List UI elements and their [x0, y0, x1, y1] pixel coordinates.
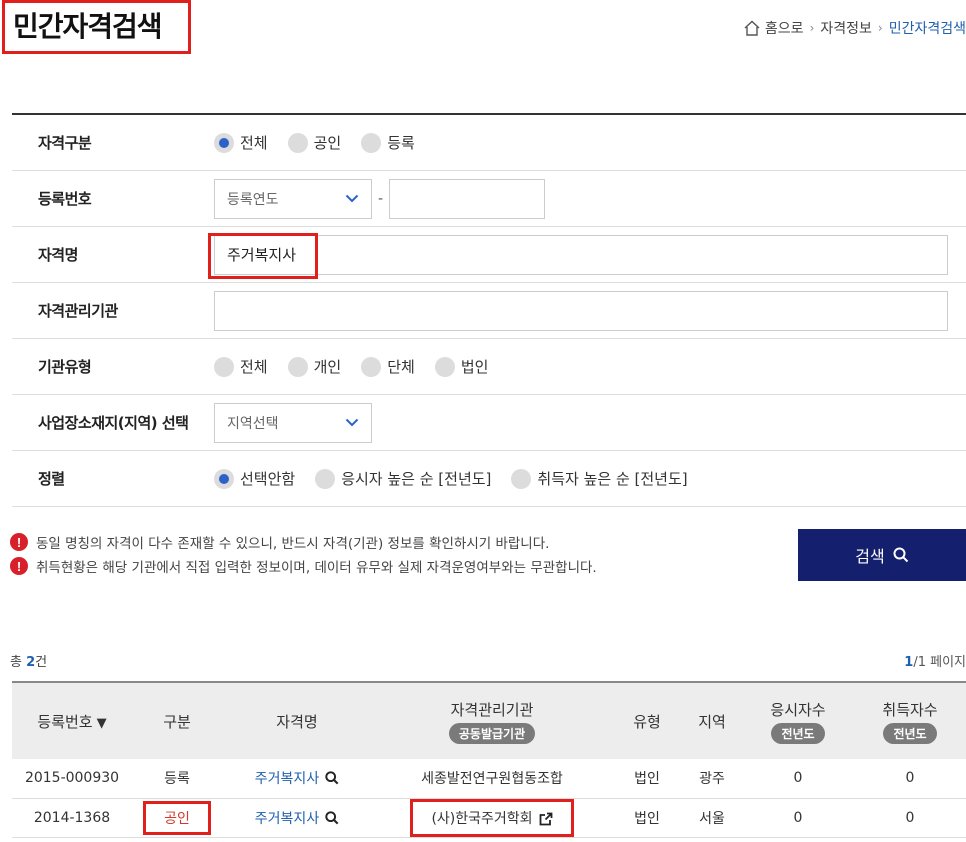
notices: ! 동일 명칭의 자격이 다수 존재할 수 있으니, 반드시 자격(기관) 정보를…: [10, 530, 597, 578]
region-select[interactable]: 지역선택: [214, 402, 372, 443]
org-link-highlight[interactable]: (사)한국주거학회: [410, 798, 574, 837]
column-acquirers: 취득자수 전년도: [854, 681, 966, 759]
reg-year-select[interactable]: 등록연도: [214, 178, 372, 219]
cell-org: (사)한국주거학회: [372, 798, 612, 838]
search-icon[interactable]: [325, 810, 339, 825]
table-header-row: 등록번호 ▼ 구분 자격명 자격관리기관 공동발급기관 유형 지역 응시자수 전년도 …: [12, 681, 966, 759]
qual-name-row: 자격명: [12, 227, 966, 283]
chevron-right-icon: ›: [877, 21, 883, 35]
search-icon: [893, 547, 908, 563]
notice-item: ! 취득현황은 해당 기관에서 직접 입력한 정보이며, 데이터 유무와 실제 자…: [10, 554, 597, 578]
category-public-highlight: 공인: [143, 800, 211, 835]
breadcrumb: 홈으로 › 자격정보 › 민간자격검색: [743, 18, 966, 38]
sort-radio-applicants[interactable]: 응시자 높은 순 [전년도]: [315, 468, 491, 489]
radio-unchecked-icon[interactable]: [434, 356, 455, 377]
table-row: 2015-000930 등록 주거복지사 세종발전연구원협동조합 법인 광주 0…: [12, 759, 966, 799]
exclamation-icon: !: [10, 557, 28, 575]
cell-qual-name: 주거복지사: [222, 798, 372, 838]
radio-unchecked-icon[interactable]: [511, 468, 532, 489]
reg-number-input[interactable]: [389, 178, 546, 219]
prev-year-badge: 전년도: [883, 722, 937, 744]
region-label: 사업장소재지(지역) 선택: [38, 414, 189, 432]
category-row: 자격구분 전체 공인 등록: [12, 115, 966, 171]
breadcrumb-level1[interactable]: 자격정보: [820, 18, 872, 38]
column-region: 지역: [682, 681, 742, 759]
column-qual-name: 자격명: [222, 681, 372, 759]
cell-category: 공인: [132, 798, 222, 838]
breadcrumb-current[interactable]: 민간자격검색: [889, 18, 966, 38]
table-row: 2014-1368 공인 주거복지사 (사)한국주거학회 법인 서울 0 0: [12, 798, 966, 838]
cell-region: 광주: [682, 759, 742, 799]
home-icon[interactable]: [743, 20, 761, 36]
qual-name-label: 자격명: [38, 246, 78, 264]
org-type-radio-corporation[interactable]: 법인: [434, 356, 488, 377]
page-title: 민간자격검색: [2, 0, 191, 54]
cell-applicants: 0: [742, 798, 854, 838]
category-label: 자격구분: [38, 134, 92, 152]
external-link-icon[interactable]: [539, 812, 553, 826]
org-type-row: 기관유형 전체 개인 단체 법인: [12, 339, 966, 395]
cell-qual-name: 주거복지사: [222, 759, 372, 799]
reg-number-label: 등록번호: [38, 190, 92, 208]
category-radio-all[interactable]: 전체: [214, 132, 268, 153]
cell-applicants: 0: [742, 759, 854, 799]
cell-reg-no: 2015-000930: [12, 759, 132, 799]
reg-number-separator: -: [378, 190, 384, 207]
result-table: 등록번호 ▼ 구분 자격명 자격관리기관 공동발급기관 유형 지역 응시자수 전년도 …: [12, 681, 966, 838]
region-row: 사업장소재지(지역) 선택 지역선택: [12, 395, 966, 451]
cell-category: 등록: [132, 759, 222, 799]
sort-radio-none[interactable]: 선택안함: [214, 468, 295, 489]
chevron-down-icon: [345, 194, 359, 203]
exclamation-icon: !: [10, 533, 28, 551]
cell-region: 서울: [682, 798, 742, 838]
prev-year-badge: 전년도: [771, 722, 825, 744]
chevron-down-icon: [345, 418, 359, 427]
search-button[interactable]: 검색: [798, 529, 966, 581]
radio-checked-icon[interactable]: [214, 132, 234, 153]
sort-row: 정렬 선택안함 응시자 높은 순 [전년도] 취득자 높은 순 [전년도]: [12, 451, 966, 507]
org-type-label: 기관유형: [38, 358, 92, 376]
chevron-right-icon: ›: [809, 21, 815, 35]
column-type: 유형: [612, 681, 682, 759]
cell-acquirers: 0: [854, 759, 966, 799]
radio-unchecked-icon[interactable]: [287, 356, 308, 377]
radio-unchecked-icon[interactable]: [361, 132, 382, 153]
column-applicants: 응시자수 전년도: [742, 681, 854, 759]
category-radio-registered[interactable]: 등록: [361, 132, 415, 153]
cell-org: 세종발전연구원협동조합: [372, 759, 612, 799]
radio-checked-icon[interactable]: [214, 468, 234, 489]
column-org: 자격관리기관 공동발급기관: [372, 681, 612, 759]
radio-unchecked-icon[interactable]: [361, 356, 382, 377]
cell-acquirers: 0: [854, 798, 966, 838]
cell-type: 법인: [612, 759, 682, 799]
qual-name-link[interactable]: 주거복지사: [255, 808, 339, 828]
radio-unchecked-icon[interactable]: [214, 356, 234, 377]
column-reg-no[interactable]: 등록번호 ▼: [12, 681, 132, 759]
org-type-radio-all[interactable]: 전체: [214, 356, 268, 377]
qual-name-input[interactable]: [214, 234, 948, 275]
org-row: 자격관리기관: [12, 283, 966, 339]
cell-reg-no: 2014-1368: [12, 798, 132, 838]
page-indicator: 1/1 페이지: [904, 655, 966, 670]
sort-label: 정렬: [38, 470, 65, 488]
notice-item: ! 동일 명칭의 자격이 다수 존재할 수 있으니, 반드시 자격(기관) 정보를…: [10, 530, 597, 554]
breadcrumb-home[interactable]: 홈으로: [765, 18, 804, 38]
radio-unchecked-icon[interactable]: [315, 468, 336, 489]
column-category: 구분: [132, 681, 222, 759]
org-type-radio-group[interactable]: 단체: [361, 356, 415, 377]
search-icon[interactable]: [325, 771, 339, 785]
org-label: 자격관리기관: [38, 302, 118, 320]
search-form: 자격구분 전체 공인 등록 등록번호 등록연도 - 자격명 자격관리기관: [12, 113, 966, 507]
sort-radio-acquirers[interactable]: 취득자 높은 순 [전년도]: [511, 468, 688, 489]
result-total: 총 2건: [10, 655, 48, 670]
org-input[interactable]: [214, 290, 948, 331]
qual-name-link[interactable]: 주거복지사: [255, 768, 339, 788]
category-radio-public[interactable]: 공인: [287, 132, 341, 153]
cell-type: 법인: [612, 798, 682, 838]
reg-number-row: 등록번호 등록연도 -: [12, 171, 966, 227]
sort-desc-icon[interactable]: ▼: [97, 716, 107, 731]
org-type-radio-individual[interactable]: 개인: [287, 356, 341, 377]
co-issuer-badge: 공동발급기관: [448, 722, 536, 744]
radio-unchecked-icon[interactable]: [287, 132, 308, 153]
